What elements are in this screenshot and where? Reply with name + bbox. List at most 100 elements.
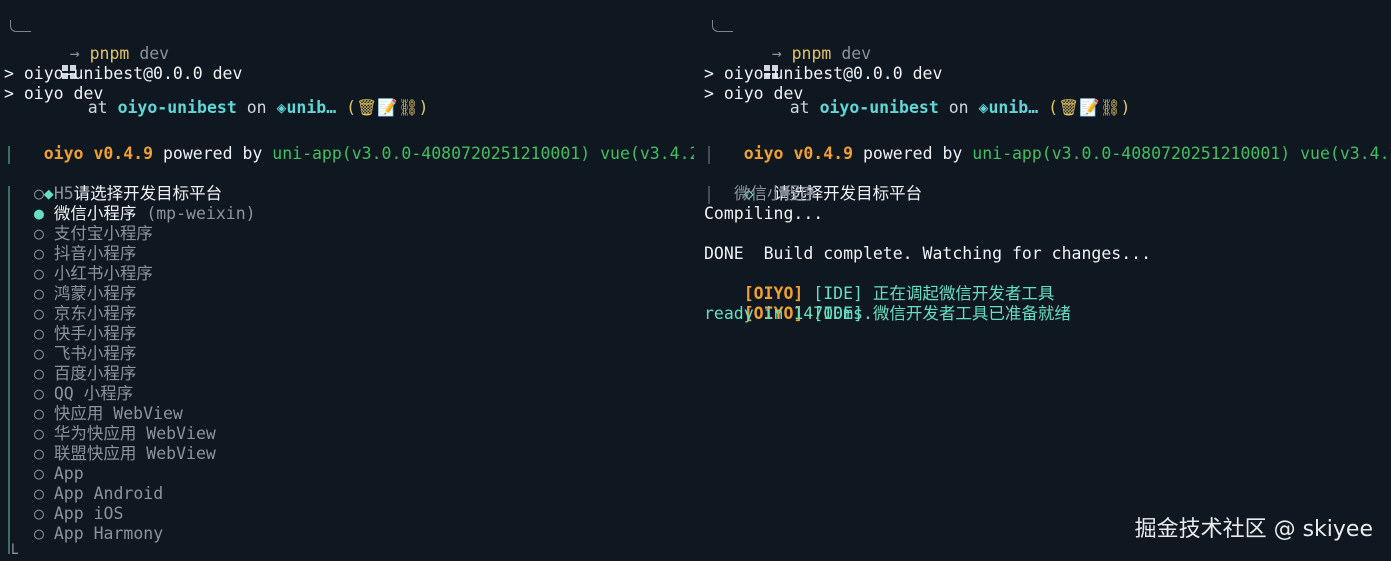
radio-icon: ○ — [34, 504, 44, 523]
platform-option[interactable]: ○ 小红书小程序 — [34, 264, 153, 284]
prompt-line: at oiyo-unibest on ◈unib… (🗑📝⛓) — [704, 4, 1130, 117]
banner-name: oiyo — [743, 144, 784, 163]
platform-option[interactable]: ○ 抖音小程序 — [34, 244, 136, 264]
question-text: 请选择开发目标平台 — [73, 184, 223, 203]
banner-line: oiyo v0.4.9 powered by uni-app(v3.0.0-40… — [704, 124, 1391, 163]
branch-icon: ◈ — [978, 98, 989, 117]
answer-text: 微信小程序 — [734, 184, 817, 203]
radio-icon: ○ — [34, 264, 44, 283]
platform-option[interactable]: ○ QQ 小程序 — [34, 384, 133, 404]
command-arg: dev — [841, 44, 872, 63]
watermark: 掘金技术社区 @ skiyee — [1134, 517, 1373, 542]
platform-option[interactable]: ○ 快应用 WebView — [34, 404, 183, 424]
platform-option[interactable]: ○ App Harmony — [34, 524, 163, 544]
prompt-connector — [712, 20, 733, 32]
platform-option[interactable]: ○ 华为快应用 WebView — [34, 424, 216, 444]
question-line: ◆ 请选择开发目标平台 — [4, 164, 222, 203]
platform-option[interactable]: ● 微信小程序 (mp-weixin) — [34, 204, 256, 224]
git-status: (🗑📝⛓) — [346, 98, 429, 117]
arrow-icon: → — [69, 44, 80, 63]
guide-bar — [708, 186, 710, 204]
radio-icon: ○ — [34, 484, 44, 503]
radio-icon: ○ — [34, 344, 44, 363]
radio-icon: ○ — [34, 404, 44, 423]
radio-icon: ○ — [34, 224, 44, 243]
platform-option-label: 联盟快应用 WebView — [53, 444, 216, 463]
command-line: → pnpm dev — [732, 24, 871, 63]
banner-version: v0.4.9 — [793, 144, 854, 163]
command-prefix: pnpm — [791, 44, 832, 63]
script-line-2: > oiyo dev — [4, 84, 104, 103]
prompt-branch: unib… — [988, 98, 1039, 117]
platform-option-label: App Android — [53, 484, 164, 503]
radio-icon: ○ — [34, 324, 44, 343]
compiling-line: Compiling... — [704, 204, 824, 223]
platform-option-label: 百度小程序 — [53, 364, 137, 383]
guide-bar — [8, 186, 10, 554]
platform-option[interactable]: ○ H5 — [34, 184, 74, 204]
platform-option[interactable]: ○ App — [34, 464, 84, 484]
script-line-1: > oiyo-unibest@0.0.0 dev — [704, 64, 943, 83]
platform-option[interactable]: ○ 百度小程序 — [34, 364, 136, 384]
banner-name: oiyo — [43, 144, 84, 163]
platform-option-label: QQ 小程序 — [53, 384, 134, 403]
radio-icon: ○ — [34, 444, 44, 463]
banner-powered: powered by — [862, 144, 963, 163]
git-status: (🗑📝⛓) — [1048, 98, 1131, 117]
ide-line-1: [OIYO] [IDE] 正在调起微信开发者工具 — [704, 264, 1055, 303]
guide-end: └ — [8, 544, 18, 561]
platform-option-label: 华为快应用 WebView — [53, 424, 216, 443]
banner-line: oiyo v0.4.9 powered by uni-app(v3.0.0-40… — [4, 124, 694, 163]
radio-icon: ○ — [34, 524, 44, 543]
banner-vue: vue(v3.4.21) — [1300, 144, 1391, 163]
right-terminal-pane: at oiyo-unibest on ◈unib… (🗑📝⛓) → pnpm d… — [704, 0, 1391, 561]
platform-option[interactable]: ○ 支付宝小程序 — [34, 224, 153, 244]
prompt-repo: oiyo-unibest — [819, 98, 939, 117]
command-arg: dev — [139, 44, 170, 63]
platform-option-hint: (mp-weixin) — [146, 204, 256, 223]
radio-icon: ○ — [34, 364, 44, 383]
prompt-repo: oiyo-unibest — [117, 98, 237, 117]
done-line: DONE Build complete. Watching for change… — [704, 244, 1152, 263]
guide-bar-top — [708, 146, 710, 164]
platform-option-label: 小红书小程序 — [53, 264, 153, 283]
radio-selected-icon: ● — [34, 204, 44, 223]
prompt-on: on — [246, 98, 267, 117]
platform-option-label: App — [53, 464, 84, 483]
question-line: ◇ 请选择开发目标平台 — [704, 164, 922, 203]
platform-option-label: 支付宝小程序 — [53, 224, 153, 243]
banner-vue: vue(v3.4.21) — [600, 144, 694, 163]
platform-option-label: 快应用 WebView — [53, 404, 183, 423]
platform-option[interactable]: ○ 鸿蒙小程序 — [34, 284, 136, 304]
radio-icon: ○ — [34, 244, 44, 263]
platform-option-label: 鸿蒙小程序 — [53, 284, 137, 303]
platform-option-label: H5 — [53, 184, 74, 203]
banner-powered: powered by — [162, 144, 263, 163]
platform-option[interactable]: ○ App iOS — [34, 504, 123, 524]
radio-icon: ○ — [34, 284, 44, 303]
platform-option[interactable]: ○ 飞书小程序 — [34, 344, 136, 364]
banner-uniapp: uni-app(v3.0.0-4080720251210001) — [272, 144, 591, 163]
platform-option-label: App iOS — [53, 504, 124, 523]
script-line-1: > oiyo-unibest@0.0.0 dev — [4, 64, 243, 83]
branch-icon: ◈ — [276, 98, 287, 117]
ide-line-2: [OIYO] [IDE] 微信开发者工具已准备就绪 — [704, 284, 1071, 323]
arrow-icon: → — [771, 44, 782, 63]
platform-option[interactable]: ○ 京东小程序 — [34, 304, 136, 324]
command-prefix: pnpm — [89, 44, 130, 63]
ide-message: 微信开发者工具已准备就绪 — [872, 304, 1071, 323]
radio-icon: ○ — [34, 464, 44, 483]
prompt-branch: unib… — [286, 98, 337, 117]
radio-icon: ○ — [34, 304, 44, 323]
platform-option-label: App Harmony — [53, 524, 164, 543]
banner-uniapp: uni-app(v3.0.0-4080720251210001) — [972, 144, 1291, 163]
command-line: → pnpm dev — [30, 24, 169, 63]
radio-icon: ○ — [34, 384, 44, 403]
platform-option[interactable]: ○ 联盟快应用 WebView — [34, 444, 216, 464]
platform-option[interactable]: ○ App Android — [34, 484, 163, 504]
platform-option[interactable]: ○ 快手小程序 — [34, 324, 136, 344]
platform-option-label: 微信小程序 — [53, 204, 137, 223]
prompt-on: on — [948, 98, 969, 117]
platform-option-label: 飞书小程序 — [53, 344, 137, 363]
radio-icon: ○ — [34, 424, 44, 443]
